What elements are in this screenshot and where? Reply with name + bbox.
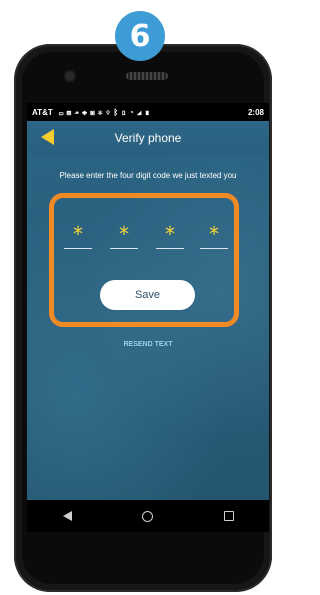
home-icon	[142, 510, 154, 522]
code-digit-4[interactable]: *	[200, 220, 228, 249]
image-icon: ▣	[89, 107, 98, 117]
back-icon	[62, 511, 72, 521]
code-entry-highlight: * * * * Save	[49, 193, 239, 327]
recent-apps-icon	[223, 511, 234, 521]
code-digit-2[interactable]: *	[110, 220, 138, 249]
cloud-icon: ☁	[74, 107, 83, 117]
page-title: Verify phone	[114, 131, 182, 145]
clock: 2:08	[247, 107, 264, 117]
phone-screen: AT&T ▭▤☁✚▣✻⚲ᛒ▯◔◢▮ 2:08 Verify phone Plea…	[27, 103, 269, 532]
signal-icon: ◢	[136, 107, 145, 117]
step-number-badge: 6	[115, 11, 165, 61]
carrier-label: AT&T	[32, 107, 53, 117]
battery-icon: ▮	[144, 107, 153, 117]
earpiece-speaker	[126, 72, 168, 80]
status-bar: AT&T ▭▤☁✚▣✻⚲ᛒ▯◔◢▮ 2:08	[27, 103, 269, 121]
code-digit-3[interactable]: *	[156, 220, 184, 249]
settings-icon: ✻	[97, 107, 106, 117]
message-icon: ▭	[58, 107, 67, 117]
instruction-text: Please enter the four digit code we just…	[59, 171, 237, 180]
front-camera	[66, 72, 74, 80]
resend-text-link[interactable]: RESEND TEXT	[27, 341, 269, 348]
code-digit-1[interactable]: *	[64, 220, 92, 249]
wifi-icon: ◔	[129, 107, 137, 117]
save-button[interactable]: Save	[100, 280, 195, 310]
nav-back-button[interactable]	[52, 501, 82, 531]
status-icons: ▭▤☁✚▣✻⚲ᛒ▯◔◢▮	[59, 108, 248, 117]
app-bar: Verify phone	[27, 121, 269, 155]
vibrate-icon: ▯	[121, 107, 130, 117]
nav-home-button[interactable]	[133, 501, 163, 531]
navigation-bar	[27, 500, 269, 532]
nav-recent-button[interactable]	[214, 501, 244, 531]
verify-content: Please enter the four digit code we just…	[27, 155, 269, 500]
plus-icon: ✚	[82, 107, 90, 117]
